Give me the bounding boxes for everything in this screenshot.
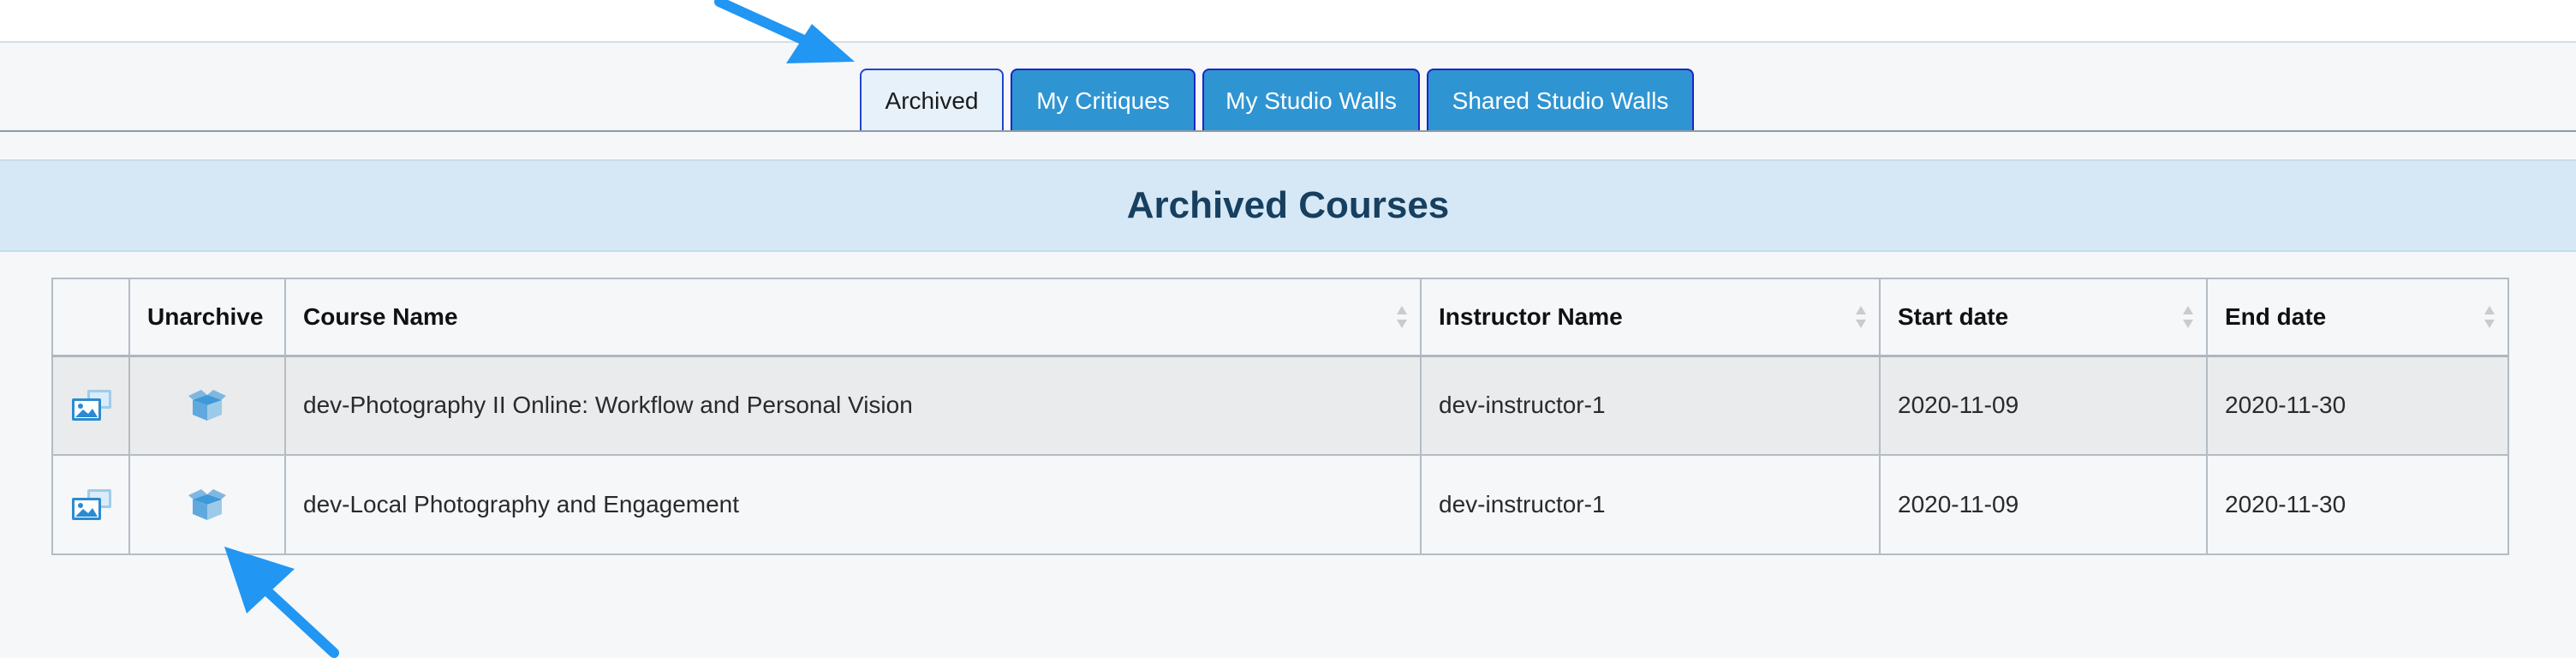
- column-header-unarchive: Unarchive: [128, 278, 286, 357]
- sort-arrows-icon[interactable]: [1396, 304, 1408, 330]
- course-name-cell[interactable]: dev-Local Photography and Engagement: [284, 454, 1422, 555]
- sort-arrows-icon[interactable]: [2484, 304, 2496, 330]
- archived-courses-table: Unarchive Course Name Instructor Name St…: [51, 278, 2509, 555]
- table-row: dev-Local Photography and Engagement dev…: [51, 454, 2509, 555]
- gallery-cell[interactable]: [51, 355, 130, 456]
- tab-archived[interactable]: Archived: [860, 69, 1004, 132]
- sort-arrows-icon[interactable]: [1855, 304, 1867, 330]
- end-date-cell: 2020-11-30: [2206, 355, 2509, 456]
- page-title: Archived Courses: [1126, 184, 1450, 226]
- tab-shared-studio-walls[interactable]: Shared Studio Walls: [1427, 69, 1694, 132]
- pointer-arrow-icon: [714, 0, 855, 63]
- top-bar: [0, 0, 2576, 43]
- gallery-icon[interactable]: [70, 388, 113, 422]
- start-date-cell: 2020-11-09: [1879, 355, 2208, 456]
- tab-my-studio-walls[interactable]: My Studio Walls: [1202, 69, 1420, 132]
- column-header-label: Course Name: [303, 302, 458, 330]
- end-date-cell: 2020-11-30: [2206, 454, 2509, 555]
- instructor-name-cell: dev-instructor-1: [1420, 454, 1881, 555]
- column-header-end-date[interactable]: End date: [2206, 278, 2509, 357]
- course-name-cell[interactable]: dev-Photography II Online: Workflow and …: [284, 355, 1422, 456]
- column-header-label: Start date: [1898, 302, 2009, 330]
- column-header-label: End date: [2225, 302, 2327, 330]
- unarchive-box-icon[interactable]: [186, 488, 229, 522]
- sort-arrows-icon[interactable]: [2182, 304, 2194, 330]
- column-header-instructor-name[interactable]: Instructor Name: [1420, 278, 1881, 357]
- gallery-icon[interactable]: [70, 488, 113, 522]
- table-row: dev-Photography II Online: Workflow and …: [51, 355, 2509, 456]
- column-header-label: Instructor Name: [1439, 302, 1623, 330]
- start-date-cell: 2020-11-09: [1879, 454, 2208, 555]
- tab-my-critiques[interactable]: My Critiques: [1011, 69, 1196, 132]
- instructor-name-cell: dev-instructor-1: [1420, 355, 1881, 456]
- column-header-start-date[interactable]: Start date: [1879, 278, 2208, 357]
- archived-courses-banner: Archived Courses: [0, 159, 2576, 252]
- column-header-course-name[interactable]: Course Name: [284, 278, 1422, 357]
- unarchive-cell[interactable]: [128, 355, 286, 456]
- gallery-cell[interactable]: [51, 454, 130, 555]
- column-header-icon: [51, 278, 130, 357]
- unarchive-box-icon[interactable]: [186, 388, 229, 422]
- table-header-row: Unarchive Course Name Instructor Name St…: [51, 278, 2509, 357]
- tabs-underline: [0, 130, 2576, 132]
- pointer-arrow-icon: [224, 547, 339, 658]
